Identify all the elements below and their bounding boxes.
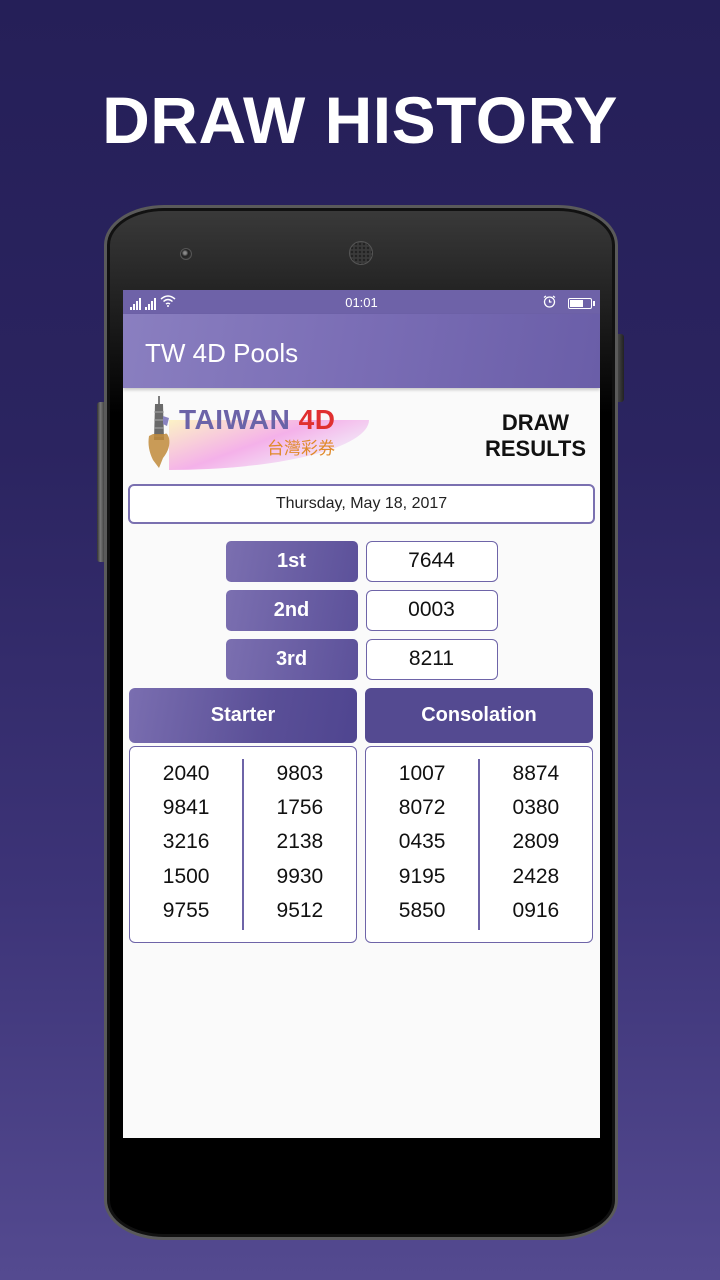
consolation-number: 0916 [512,898,560,922]
prize-number: 8211 [365,639,498,680]
logo-brand-accent: 4D [298,404,336,435]
starter-number: 3216 [162,830,210,854]
starter-numbers: 2040 9841 3216 1500 9755 9803 1756 2138 … [129,746,357,943]
starter-number: 9841 [162,796,210,820]
draw-results-heading: DRAW RESULTS [485,410,586,462]
status-bar: 01:01 [123,290,600,314]
draw-results-line2: RESULTS [484,436,586,461]
consolation-number: 8874 [512,762,560,785]
consolation-header: Consolation [365,688,593,743]
consolation-number: 2809 [512,830,560,854]
power-button [618,334,624,402]
consolation-number: 0435 [398,830,446,854]
consolation-numbers: 1007 8072 0435 9195 5850 8874 0380 2809 … [365,746,593,943]
consolation-column-left: 1007 8072 0435 9195 5850 [366,759,478,930]
starter-column-left: 2040 9841 3216 1500 9755 [130,759,242,930]
prize-label: 2nd [225,590,358,631]
consolation-group: Consolation 1007 8072 0435 9195 5850 887… [365,688,593,943]
starter-number: 9755 [162,898,210,922]
prize-number: 0003 [365,590,498,631]
starter-number: 1756 [276,796,324,820]
status-time: 01:01 [345,295,378,310]
logo-subtitle-cn: 台灣彩券 [267,439,335,459]
taipei-101-tower-icon [148,396,170,468]
draw-date-selector[interactable]: Thursday, May 18, 2017 [128,484,595,524]
starter-column-right: 9803 1756 2138 9930 9512 [244,759,356,930]
earpiece-speaker-icon [349,241,373,265]
starter-number: 9512 [276,898,324,922]
starter-number: 1500 [162,864,210,888]
draw-results-line1: DRAW [501,410,570,435]
prize-label: 3rd [225,639,358,680]
top-prizes: 1st 7644 2nd 0003 3rd 8211 [127,541,596,680]
app-title: TW 4D Pools [145,338,299,368]
consolation-number: 2428 [512,864,560,888]
taiwan-4d-logo: TAIWAN 4D 台灣彩券 [139,394,369,474]
phone-screen: 01:01 TW 4D Pools TAIWAN 4D 台灣彩券 DRAW RE… [123,290,600,1138]
starter-number: 2138 [276,830,324,854]
logo-brand: TAIWAN [179,404,291,435]
consolation-column-right: 8874 0380 2809 2428 0916 [480,759,592,930]
consolation-number: 5850 [398,898,446,922]
promo-title: DRAW HISTORY [102,83,618,157]
consolation-number: 9195 [398,864,446,888]
app-bar: TW 4D Pools [123,314,600,388]
consolation-number: 0380 [512,796,560,820]
starter-header: Starter [129,688,357,743]
starter-number: 2040 [162,762,210,785]
prize-row-1st: 1st 7644 [127,541,596,582]
prize-number: 7644 [365,541,498,582]
alarm-icon [543,295,556,311]
prize-row-3rd: 3rd 8211 [127,639,596,680]
battery-icon [568,297,595,309]
consolation-number: 1007 [398,762,446,785]
volume-button [97,402,104,562]
starter-number: 9930 [276,864,324,888]
prize-row-2nd: 2nd 0003 [127,590,596,631]
starter-number: 9803 [276,762,324,785]
front-camera-icon [180,248,192,260]
prize-label: 1st [225,541,358,582]
starter-group: Starter 2040 9841 3216 1500 9755 9803 17… [129,688,357,943]
consolation-number: 8072 [398,796,446,820]
